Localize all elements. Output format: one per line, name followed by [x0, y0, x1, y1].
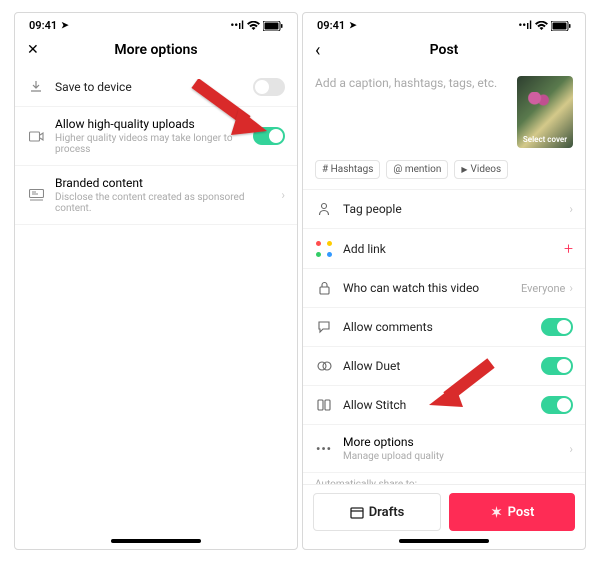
privacy-label: Who can watch this video	[343, 281, 521, 295]
cover-label: Select cover	[523, 135, 567, 144]
wifi-icon	[535, 21, 548, 31]
battery-icon	[551, 21, 571, 31]
branded-icon	[27, 186, 45, 204]
duet-icon	[315, 357, 333, 375]
status-bar: 09:41 ➤ ••ıl	[303, 13, 585, 36]
home-indicator	[111, 539, 201, 543]
status-icons: ••ıl	[230, 19, 283, 32]
duet-label: Allow Duet	[343, 359, 541, 373]
drafts-icon	[350, 506, 364, 519]
hq-icon	[27, 127, 45, 145]
chip-row: # Hashtags @ mention ▶Videos	[303, 158, 585, 190]
person-icon	[315, 200, 333, 218]
status-time: 09:41	[317, 19, 345, 32]
save-label: Save to device	[55, 80, 253, 94]
chip-videos[interactable]: ▶Videos	[454, 160, 508, 179]
chip-hashtags[interactable]: # Hashtags	[315, 160, 380, 179]
add-link-row[interactable]: Add link +	[303, 229, 585, 269]
back-icon[interactable]: ‹	[315, 40, 320, 61]
save-toggle[interactable]	[253, 78, 285, 96]
home-indicator	[399, 539, 489, 543]
link-icon	[315, 240, 333, 258]
privacy-row[interactable]: Who can watch this video Everyone ›	[303, 269, 585, 308]
close-icon[interactable]: ✕	[27, 42, 39, 58]
more-sub: Manage upload quality	[343, 451, 569, 462]
link-label: Add link	[343, 242, 564, 256]
battery-icon	[263, 21, 283, 31]
location-icon: ➤	[61, 21, 69, 31]
chevron-right-icon: ›	[569, 281, 573, 295]
branded-label: Branded content	[55, 176, 281, 190]
comments-row[interactable]: Allow comments	[303, 308, 585, 347]
wifi-icon	[247, 21, 260, 31]
nav-bar: ✕ More options	[15, 36, 297, 68]
signal-icon: ••ıl	[230, 19, 244, 32]
location-icon: ➤	[349, 21, 357, 31]
drafts-button[interactable]: Drafts	[313, 493, 441, 531]
duet-row[interactable]: Allow Duet	[303, 347, 585, 386]
bottom-bar: Drafts Post	[303, 484, 585, 539]
plus-icon: +	[564, 239, 573, 258]
branded-sub: Disclose the content created as sponsore…	[55, 192, 281, 214]
post-screen: 09:41 ➤ ••ıl ‹ Post Add a caption, hashta…	[302, 12, 586, 550]
hq-toggle[interactable]	[253, 127, 285, 145]
chevron-right-icon: ›	[281, 188, 285, 202]
page-title: Post	[430, 42, 459, 58]
stitch-icon	[315, 396, 333, 414]
hq-label: Allow high-quality uploads	[55, 117, 253, 131]
share-label: Automatically share to:	[303, 473, 585, 484]
stitch-row[interactable]: Allow Stitch	[303, 386, 585, 425]
hq-sub: Higher quality videos may take longer to…	[55, 133, 253, 155]
caption-row: Add a caption, hashtags, tags, etc. Sele…	[303, 68, 585, 158]
stitch-toggle[interactable]	[541, 396, 573, 414]
status-time: 09:41	[29, 19, 57, 32]
play-icon: ▶	[461, 165, 467, 174]
post-icon	[490, 506, 503, 519]
more-label: More options	[343, 435, 569, 449]
chip-mention[interactable]: @ mention	[386, 160, 448, 179]
more-options-row[interactable]: ••• More options Manage upload quality ›	[303, 425, 585, 473]
comments-label: Allow comments	[343, 320, 541, 334]
duet-toggle[interactable]	[541, 357, 573, 375]
signal-icon: ••ıl	[518, 19, 532, 32]
caption-input[interactable]: Add a caption, hashtags, tags, etc.	[315, 76, 509, 148]
more-icon: •••	[315, 440, 333, 458]
save-to-device-row[interactable]: Save to device	[15, 68, 297, 107]
comments-toggle[interactable]	[541, 318, 573, 336]
nav-bar: ‹ Post	[303, 36, 585, 68]
post-button[interactable]: Post	[449, 493, 575, 531]
chevron-right-icon: ›	[569, 442, 573, 456]
stitch-label: Allow Stitch	[343, 398, 541, 412]
tag-people-row[interactable]: Tag people ›	[303, 190, 585, 229]
status-icons: ••ıl	[518, 19, 571, 32]
more-options-screen: 09:41 ➤ ••ıl ✕ More options Save to devic…	[14, 12, 298, 550]
status-bar: 09:41 ➤ ••ıl	[15, 13, 297, 36]
page-title: More options	[114, 42, 197, 58]
hq-uploads-row[interactable]: Allow high-quality uploads Higher qualit…	[15, 107, 297, 166]
comment-icon	[315, 318, 333, 336]
lock-icon	[315, 279, 333, 297]
tag-label: Tag people	[343, 202, 569, 216]
branded-content-row[interactable]: Branded content Disclose the content cre…	[15, 166, 297, 225]
cover-thumbnail[interactable]: Select cover	[517, 76, 573, 148]
download-icon	[27, 78, 45, 96]
chevron-right-icon: ›	[569, 202, 573, 216]
privacy-value: Everyone	[521, 282, 565, 295]
